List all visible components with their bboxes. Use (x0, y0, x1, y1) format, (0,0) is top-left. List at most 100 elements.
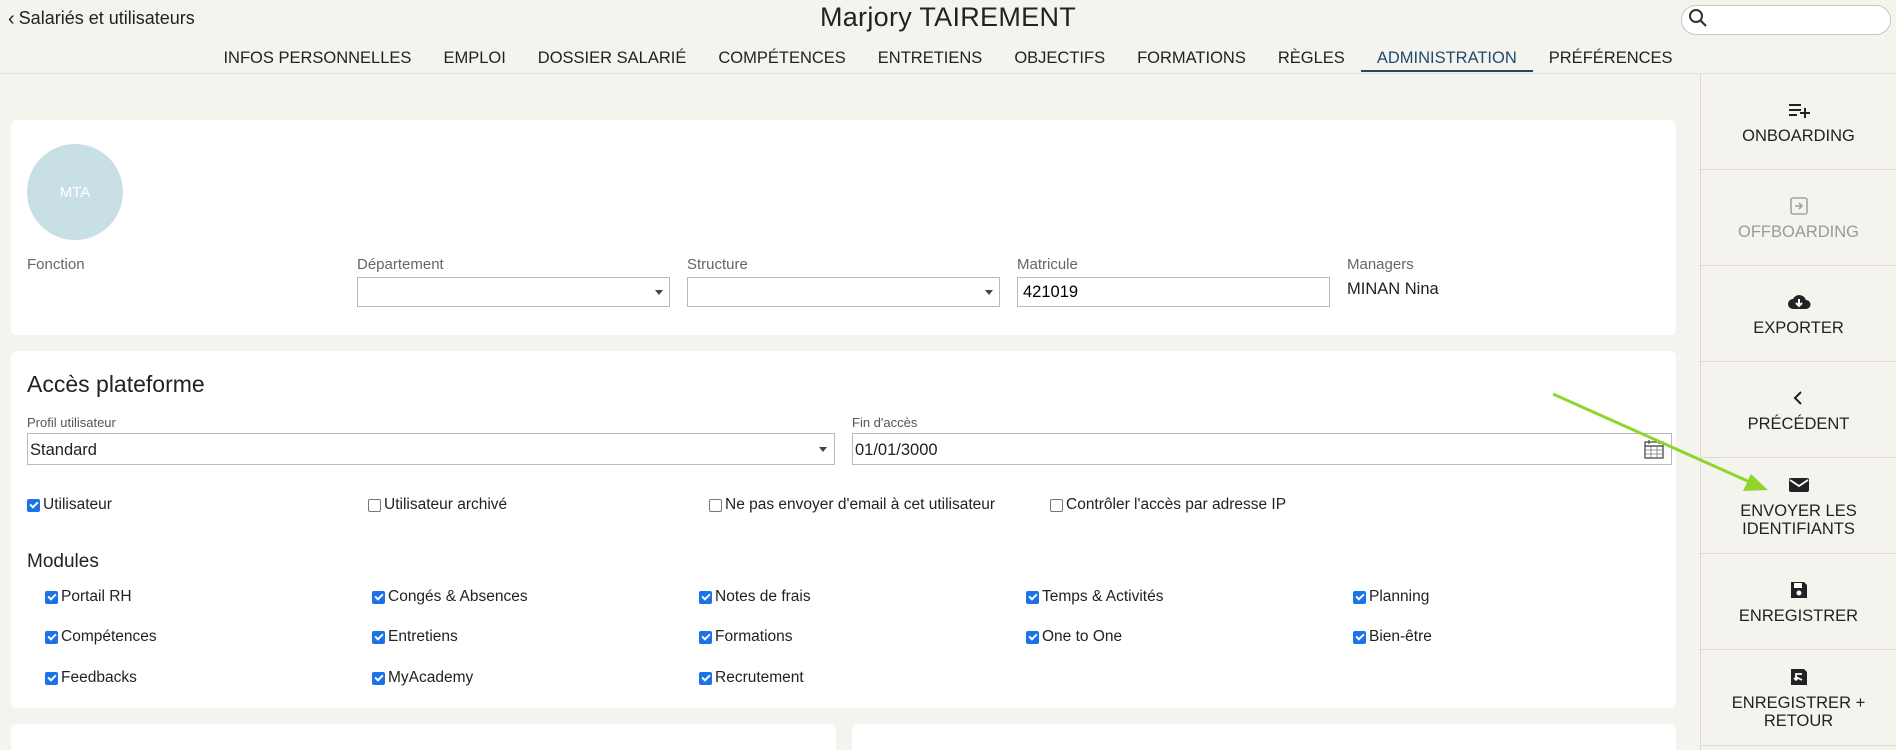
action-pr-c-dent-button[interactable]: PRÉCÉDENT (1701, 362, 1896, 458)
checkbox[interactable] (1026, 590, 1039, 604)
module-checkbox[interactable]: Compétences (45, 628, 157, 646)
checkbox[interactable] (699, 671, 712, 685)
tab-emploi[interactable]: EMPLOI (427, 46, 521, 72)
modules-title: Modules (27, 551, 99, 572)
caret-down-icon (985, 290, 993, 295)
tab-dossier-salari-[interactable]: DOSSIER SALARIÉ (522, 46, 703, 72)
checkbox[interactable] (699, 590, 712, 604)
module-checkbox[interactable]: One to One (1026, 628, 1122, 646)
module-checkbox[interactable]: Portail RH (45, 588, 132, 606)
tab-r-gles[interactable]: RÈGLES (1262, 46, 1361, 72)
caret-down-icon (655, 290, 663, 295)
module-label: Planning (1369, 588, 1430, 605)
module-label: One to One (1042, 628, 1123, 645)
module-checkbox[interactable]: Bien-être (1353, 628, 1432, 646)
option-checkbox[interactable]: Utilisateur (27, 496, 112, 514)
search-box[interactable] (1681, 5, 1896, 35)
module-label: Bien-être (1369, 628, 1432, 645)
profile-card: MTA Fonction Département Structure Matri… (11, 120, 1676, 335)
search-input[interactable] (1712, 7, 1896, 33)
module-checkbox[interactable]: Recrutement (699, 669, 804, 687)
fin-acces-value: 01/01/3000 (855, 441, 938, 459)
action-enregistrer-retour-button[interactable]: ENREGISTRER + RETOUR (1701, 650, 1896, 746)
structure-select[interactable] (687, 277, 1000, 307)
checkbox[interactable] (372, 671, 385, 685)
action-label: ENREGISTRER (1738, 606, 1859, 625)
playlist-add-icon (1788, 99, 1810, 121)
action-envoyer-les-identifiants-button[interactable]: ENVOYER LES IDENTIFIANTS (1701, 458, 1896, 554)
caret-down-icon (819, 447, 827, 452)
module-checkbox[interactable]: MyAcademy (372, 669, 473, 687)
checkbox[interactable] (1353, 590, 1366, 604)
save-return-icon (1789, 666, 1809, 688)
module-label: Recrutement (715, 669, 804, 686)
tab-administration[interactable]: ADMINISTRATION (1360, 46, 1533, 72)
tab-entretiens[interactable]: ENTRETIENS (862, 46, 999, 72)
option-checkbox[interactable]: Utilisateur archivé (368, 496, 507, 514)
checkbox[interactable] (27, 498, 40, 512)
tab-objectifs[interactable]: OBJECTIFS (998, 46, 1121, 72)
checkbox[interactable] (699, 630, 712, 644)
option-checkbox[interactable]: Contrôler l'accès par adresse IP (1050, 496, 1286, 514)
module-checkbox[interactable]: Temps & Activités (1026, 588, 1163, 606)
checkbox[interactable] (372, 590, 385, 604)
action-onboarding-button[interactable]: ONBOARDING (1701, 74, 1896, 170)
checkbox[interactable] (1050, 498, 1063, 512)
action-label: ONBOARDING (1742, 126, 1855, 145)
checkbox[interactable] (1026, 630, 1039, 644)
checkbox[interactable] (45, 671, 58, 685)
option-checkbox[interactable]: Ne pas envoyer d'email à cet utilisateur (709, 496, 995, 514)
fin-acces-input[interactable]: 01/01/3000 (852, 433, 1672, 465)
action-enregistrer-button[interactable]: ENREGISTRER (1701, 554, 1896, 650)
action-label: EXPORTER (1753, 318, 1844, 337)
tab-infos-personnelles[interactable]: INFOS PERSONNELLES (207, 46, 427, 72)
module-checkbox[interactable]: Entretiens (372, 628, 458, 646)
option-label: Utilisateur (43, 496, 112, 513)
action-exporter-button[interactable]: EXPORTER (1701, 266, 1896, 362)
checkbox[interactable] (45, 630, 58, 644)
checkbox[interactable] (368, 498, 381, 512)
action-panel: ONBOARDING OFFBOARDING EXPORTER PRÉCÉDENT EN… (1700, 74, 1896, 750)
exit-icon (1788, 195, 1810, 217)
structure-label: Structure (687, 256, 748, 273)
module-label: MyAcademy (388, 669, 474, 686)
module-label: Compétences (61, 628, 157, 645)
tab-pr-f-rences[interactable]: PRÉFÉRENCES (1533, 46, 1689, 72)
bottom-right-card (852, 724, 1676, 750)
page-title: Marjory TAIREMENT (819, 2, 1077, 32)
cloud-download-icon (1787, 291, 1811, 313)
action-label: PRÉCÉDENT (1747, 414, 1850, 433)
checkbox[interactable] (372, 630, 385, 644)
avatar[interactable]: MTA (27, 144, 123, 240)
save-icon (1789, 579, 1809, 601)
option-label: Ne pas envoyer d'email à cet utilisateur (725, 496, 996, 513)
matricule-label: Matricule (1017, 256, 1078, 273)
chevron-left-icon (1792, 387, 1806, 409)
module-checkbox[interactable]: Planning (1353, 588, 1429, 606)
module-checkbox[interactable]: Congés & Absences (372, 588, 528, 606)
module-checkbox[interactable]: Feedbacks (45, 669, 137, 687)
module-checkbox[interactable]: Notes de frais (699, 588, 811, 606)
module-label: Portail RH (61, 588, 132, 605)
checkbox[interactable] (709, 498, 722, 512)
departement-select[interactable] (357, 277, 670, 307)
matricule-input[interactable] (1017, 277, 1330, 307)
checkbox[interactable] (1353, 630, 1366, 644)
tab-formations[interactable]: FORMATIONS (1121, 46, 1262, 72)
fin-acces-label: Fin d'accès (852, 415, 918, 430)
fonction-label: Fonction (27, 256, 85, 273)
module-label: Formations (715, 628, 793, 645)
option-label: Utilisateur archivé (384, 496, 508, 513)
tab-comp-tences[interactable]: COMPÉTENCES (702, 46, 861, 72)
checkbox[interactable] (45, 590, 58, 604)
calendar-icon[interactable] (1643, 438, 1665, 465)
top-bar: ‹ Salariés et utilisateurs Marjory TAIRE… (0, 0, 1896, 74)
profil-select[interactable]: Standard (27, 433, 835, 465)
action-label: ENVOYER LES IDENTIFIANTS (1740, 501, 1857, 538)
access-section-title: Accès plateforme (27, 371, 205, 397)
module-label: Entretiens (388, 628, 458, 645)
access-card: Accès plateforme Profil utilisateur Stan… (11, 351, 1676, 708)
module-label: Congés & Absences (388, 588, 528, 605)
module-checkbox[interactable]: Formations (699, 628, 793, 646)
envelope-icon (1788, 474, 1810, 496)
